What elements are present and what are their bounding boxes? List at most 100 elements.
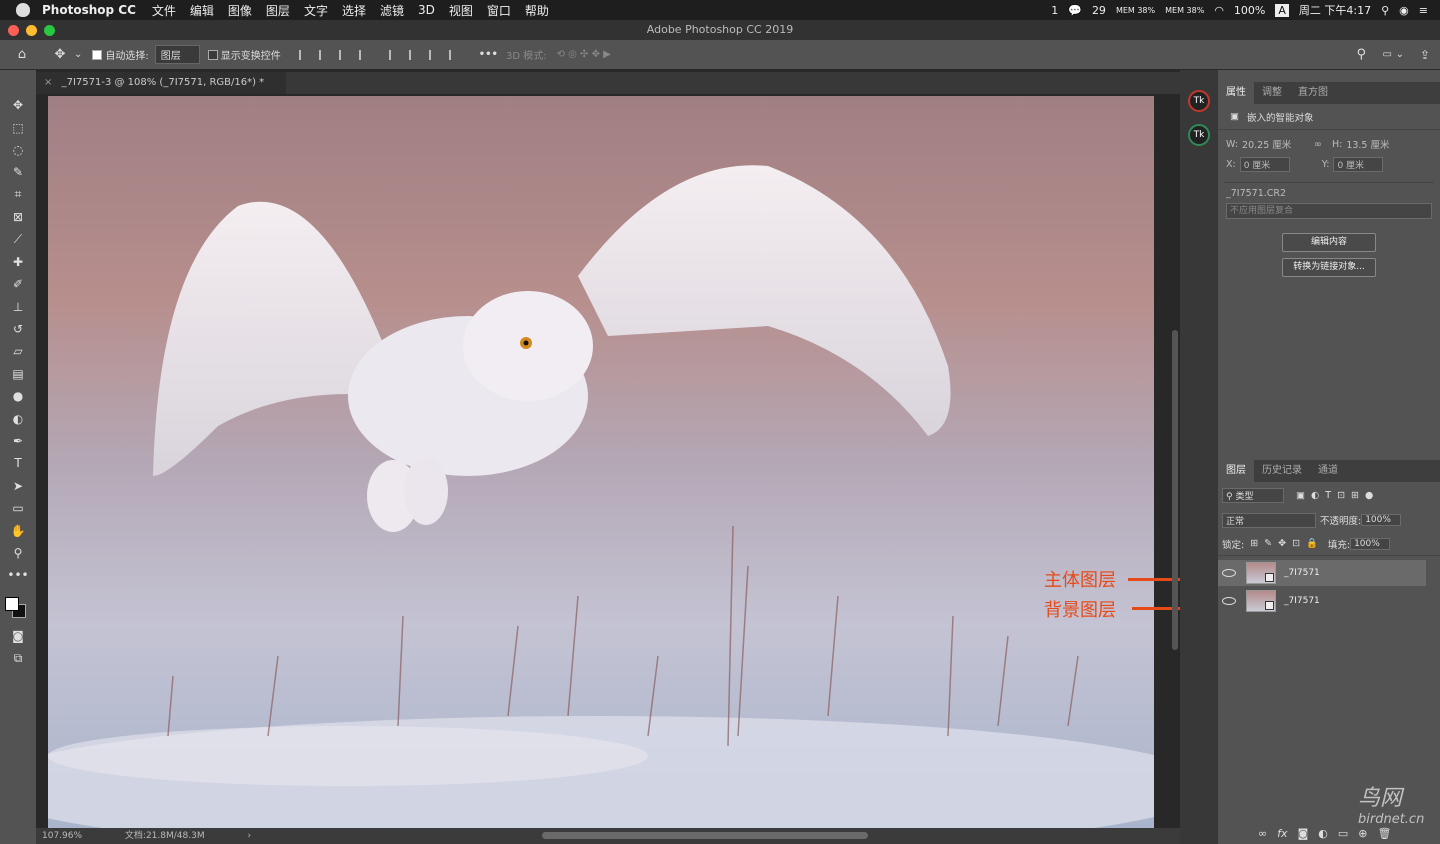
history-brush-tool[interactable]: ↺: [0, 318, 36, 340]
mem-status-2[interactable]: MEM 38%: [1165, 6, 1204, 15]
wechat-icon[interactable]: 💬: [1068, 4, 1082, 17]
close-tab-icon[interactable]: ×: [44, 77, 52, 88]
shape-tool[interactable]: ▭: [0, 497, 36, 519]
type-tool[interactable]: T: [0, 452, 36, 474]
link-icon[interactable]: ∞: [1314, 139, 1322, 150]
more-tools[interactable]: •••: [0, 564, 36, 586]
move-tool-preset-icon[interactable]: ✥: [52, 47, 68, 62]
menu-file[interactable]: 文件: [152, 2, 176, 19]
visibility-eye-icon[interactable]: [1222, 569, 1236, 577]
distribute-icon[interactable]: [358, 49, 371, 60]
app-name-menu[interactable]: Photoshop CC: [42, 3, 136, 17]
more-options-button[interactable]: •••: [479, 49, 498, 60]
align-bottom-icon[interactable]: [428, 49, 441, 60]
tab-properties[interactable]: 属性: [1218, 82, 1254, 104]
fx-button[interactable]: fx: [1277, 827, 1287, 840]
align-hcenter-icon[interactable]: [318, 49, 331, 60]
edit-contents-button[interactable]: 编辑内容: [1282, 233, 1376, 252]
tab-layers[interactable]: 图层: [1218, 460, 1254, 482]
hand-tool[interactable]: ✋: [0, 519, 36, 541]
fill-field[interactable]: 100%: [1350, 537, 1391, 550]
new-layer-icon[interactable]: ⊕: [1358, 827, 1367, 840]
visibility-eye-icon[interactable]: [1222, 597, 1236, 605]
workspace-chevron-icon[interactable]: ⌄: [1396, 49, 1404, 60]
frame-tool[interactable]: ⊠: [0, 206, 36, 228]
move-tool[interactable]: ✥: [0, 94, 36, 116]
pen-tool[interactable]: ✒: [0, 430, 36, 452]
minimize-window-button[interactable]: [26, 25, 37, 36]
layer-row-background[interactable]: _7I7571: [1218, 588, 1426, 614]
menu-3d[interactable]: 3D: [418, 3, 435, 17]
workspace-icon[interactable]: ▭: [1383, 49, 1392, 60]
siri-icon[interactable]: ◉: [1399, 4, 1409, 17]
status-menu-arrow[interactable]: ›: [247, 831, 251, 841]
align-vcenter-icon[interactable]: [408, 49, 421, 60]
canvas-area[interactable]: 主体图层 背景图层: [36, 94, 1180, 828]
quick-select-tool[interactable]: ✎: [0, 161, 36, 183]
search-icon[interactable]: ⚲: [1356, 47, 1366, 62]
foreground-color-swatch[interactable]: [5, 596, 19, 611]
tab-histogram[interactable]: 直方图: [1290, 82, 1336, 104]
layer-name[interactable]: _7I7571: [1284, 568, 1320, 578]
delete-layer-icon[interactable]: 🗑: [1377, 827, 1391, 840]
snowy-owl-photo[interactable]: 主体图层 背景图层: [48, 96, 1154, 828]
mem-status-1[interactable]: MEM 38%: [1116, 6, 1155, 15]
zoom-tool[interactable]: ⚲: [0, 542, 36, 564]
align-right-icon[interactable]: [338, 49, 351, 60]
gradient-tool[interactable]: ▤: [0, 363, 36, 385]
path-select-tool[interactable]: ➤: [0, 475, 36, 497]
apple-icon[interactable]: [16, 3, 30, 17]
auto-select-checkbox[interactable]: [92, 49, 103, 60]
tab-adjustments[interactable]: 调整: [1254, 82, 1290, 104]
zoom-window-button[interactable]: [44, 25, 55, 36]
menu-image[interactable]: 图像: [228, 2, 252, 19]
document-tab[interactable]: × _7I7571-3 @ 108% (_7I7571, RGB/16*) *: [36, 72, 286, 94]
y-field[interactable]: 0 厘米: [1333, 156, 1384, 172]
adjustment-layer-icon[interactable]: ◐: [1318, 827, 1328, 840]
opacity-field[interactable]: 100%: [1361, 514, 1402, 526]
notification-center-icon[interactable]: ≡: [1419, 4, 1428, 17]
tools-collapse-handle[interactable]: [0, 70, 36, 94]
show-transform-checkbox[interactable]: [207, 49, 218, 60]
input-source[interactable]: A: [1275, 3, 1289, 17]
link-layers-icon[interactable]: ∞: [1258, 827, 1267, 840]
layer-comp-select[interactable]: 不应用图层复合: [1226, 203, 1432, 219]
convert-to-linked-button[interactable]: 转换为链接对象...: [1282, 258, 1376, 277]
h-value[interactable]: 13.5 厘米: [1346, 137, 1389, 151]
marquee-tool[interactable]: ⬚: [0, 116, 36, 138]
zoom-level[interactable]: 107.96%: [42, 831, 82, 841]
layer-filter-select[interactable]: ⚲ 类型: [1222, 487, 1284, 503]
chevron-down-icon[interactable]: ⌄: [74, 49, 82, 60]
healing-tool[interactable]: ✚: [0, 251, 36, 273]
filter-icons[interactable]: ▣◐T⊡⊞●: [1296, 490, 1379, 501]
brush-tool[interactable]: ✐: [0, 273, 36, 295]
align-left-icon[interactable]: [298, 49, 311, 60]
battery-status[interactable]: 100%: [1234, 4, 1265, 17]
color-swatches[interactable]: [0, 591, 36, 618]
menu-window[interactable]: 窗口: [487, 2, 511, 19]
eyedropper-tool[interactable]: ⟋: [0, 228, 36, 250]
menu-edit[interactable]: 编辑: [190, 2, 214, 19]
add-mask-icon[interactable]: ◙: [1298, 827, 1309, 840]
distribute-v-icon[interactable]: [448, 49, 461, 60]
menu-help[interactable]: 帮助: [525, 2, 549, 19]
crop-tool[interactable]: ⌗: [0, 184, 36, 206]
tk-panel-icon-2[interactable]: Tk: [1188, 124, 1210, 146]
new-group-icon[interactable]: ▭: [1338, 827, 1348, 840]
dodge-tool[interactable]: ◐: [0, 407, 36, 429]
screen-mode-icon[interactable]: ⧉: [0, 647, 36, 669]
x-field[interactable]: 0 厘米: [1239, 156, 1290, 172]
home-icon[interactable]: ⌂: [14, 47, 30, 62]
lock-icons[interactable]: ⊞✎✥⊡🔒: [1250, 538, 1324, 549]
menu-view[interactable]: 视图: [449, 2, 473, 19]
tab-history[interactable]: 历史记录: [1254, 460, 1310, 482]
lasso-tool[interactable]: ◌: [0, 139, 36, 161]
menu-type[interactable]: 文字: [304, 2, 328, 19]
close-window-button[interactable]: [8, 25, 19, 36]
blend-mode-select[interactable]: 正常: [1222, 512, 1316, 528]
tk-panel-icon-1[interactable]: Tk: [1188, 90, 1210, 112]
spotlight-icon[interactable]: ⚲: [1381, 4, 1389, 17]
clock[interactable]: 周二 下午4:17: [1299, 2, 1371, 18]
notification-count[interactable]: 1: [1051, 4, 1058, 17]
auto-select-dropdown[interactable]: 图层: [154, 45, 200, 64]
